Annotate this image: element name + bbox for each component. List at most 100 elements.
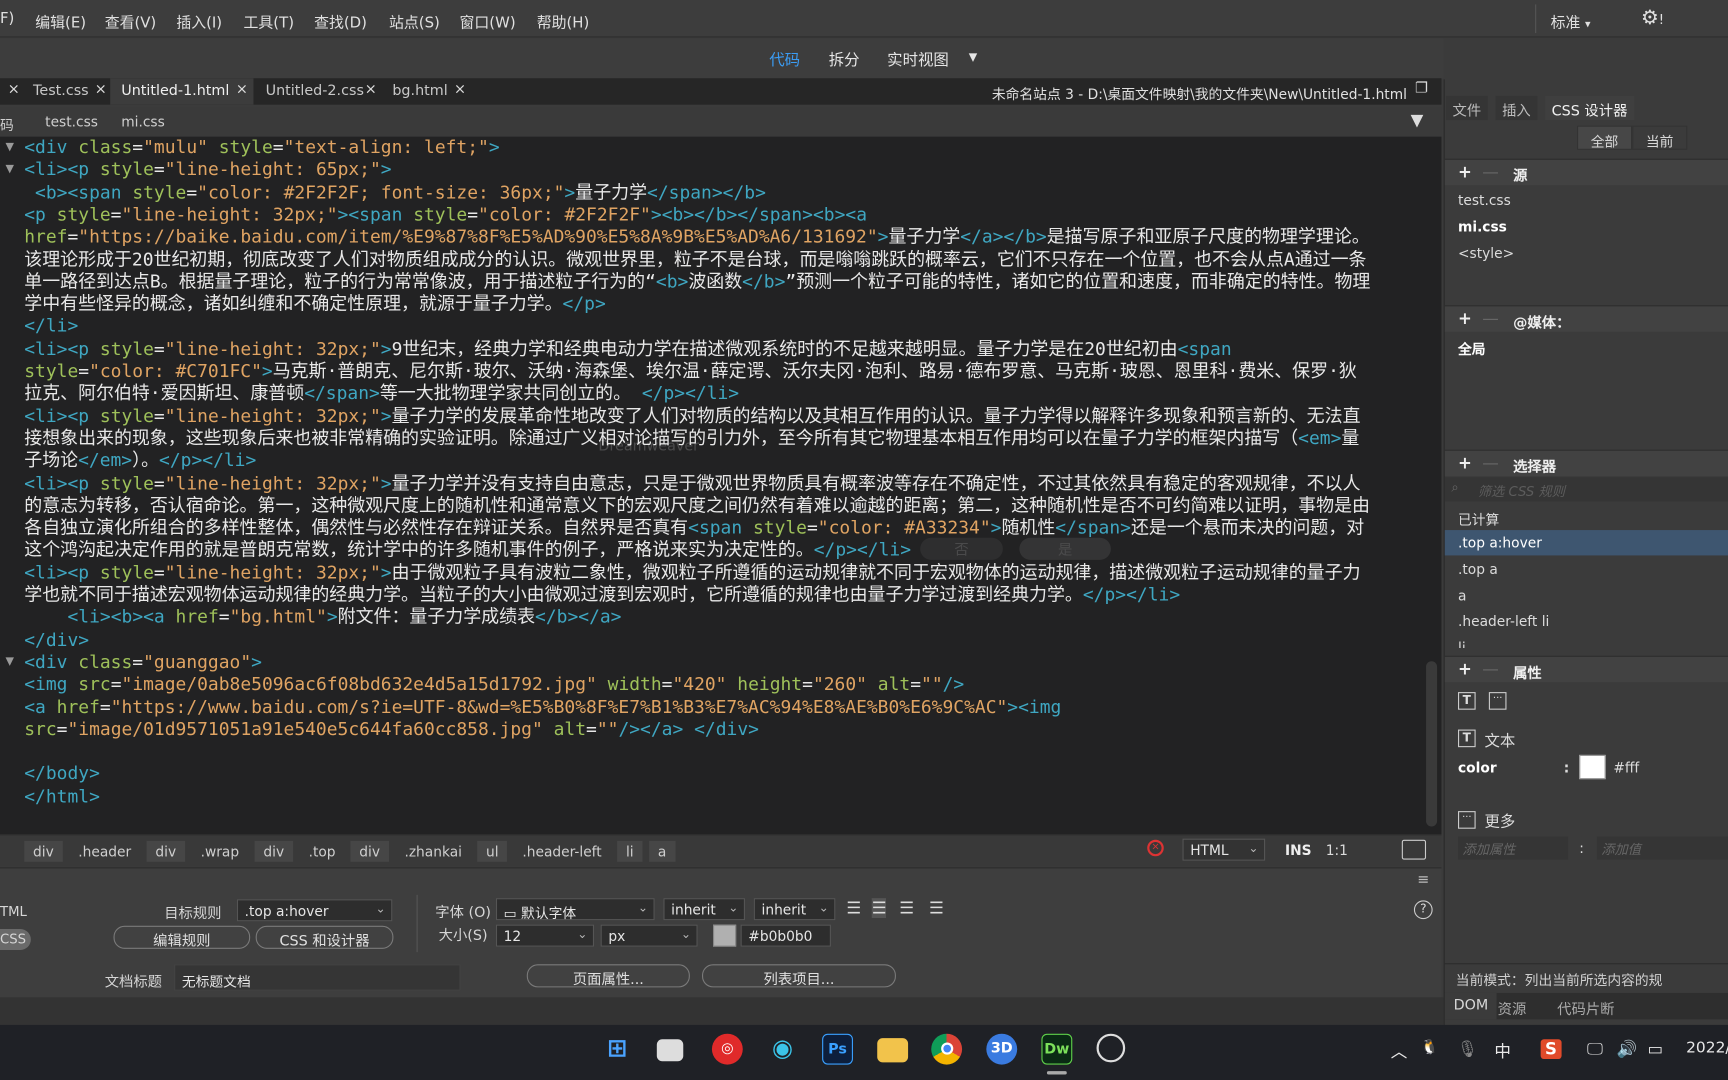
gear-icon[interactable]: ⚙! — [1641, 7, 1664, 30]
split-view-button[interactable]: 拆分 — [829, 48, 860, 70]
align-right-icon[interactable]: ☰ — [899, 898, 914, 918]
remove-media-icon[interactable]: — — [1482, 309, 1499, 329]
task-view-icon[interactable] — [656, 1039, 684, 1062]
scope-current-button[interactable]: 当前 — [1632, 125, 1688, 150]
menu-tools[interactable]: 工具(T) — [244, 10, 294, 32]
code-line[interactable]: <img src="image/0ab8e5096ac6f08bd632e4d5… — [24, 674, 964, 696]
netease-music-icon[interactable]: ◎ — [711, 1033, 743, 1065]
tab-files[interactable]: 文件 — [1445, 95, 1488, 121]
help-icon[interactable]: ? — [1413, 900, 1433, 920]
css-designer-button[interactable]: CSS 和设计器 — [255, 925, 394, 950]
css-mode-toggle[interactable]: CSS — [0, 929, 31, 950]
tab-assets[interactable]: 资源 — [1498, 997, 1527, 1019]
justify-icon[interactable]: ☰ — [929, 898, 944, 918]
add-value-input[interactable]: 添加值 — [1596, 836, 1728, 860]
media-item[interactable]: 全局 — [1458, 337, 1486, 358]
font-weight-dropdown[interactable]: inherit ⌄ — [663, 898, 745, 921]
obs-icon[interactable] — [1096, 1033, 1126, 1063]
windows-start-icon[interactable]: ⊞ — [602, 1034, 633, 1065]
tab-insert[interactable]: 插入 — [1495, 95, 1538, 121]
chevron-down-icon[interactable]: ▼ — [969, 52, 977, 64]
tab-css-designer[interactable]: CSS 设计器 — [1545, 95, 1635, 121]
code-line[interactable]: 学中有些怪异的概念，诸如纠缠和不确定性原理，就源于量子力学。</p> — [24, 293, 606, 315]
selector-item[interactable]: a — [1458, 587, 1466, 604]
code-line[interactable]: style="color: #C701FC">马克斯·普朗克、尼尔斯·玻尔、沃纳… — [24, 360, 1357, 382]
panel-menu-icon[interactable]: ≡ — [1417, 872, 1429, 889]
sogou-ime-icon[interactable]: S — [1540, 1039, 1562, 1060]
code-line[interactable]: </li> — [24, 316, 78, 338]
code-line[interactable]: 拉克、阿尔伯特·爱因斯坦、康普顿</span>等一大批物理学家共同创立的。 </… — [24, 383, 739, 405]
selector-item-selected[interactable]: .top a:hover — [1444, 530, 1728, 556]
align-left-icon[interactable]: ☰ — [846, 898, 861, 918]
close-icon[interactable]: × — [95, 82, 107, 99]
battery-icon[interactable]: ▭ — [1648, 1039, 1664, 1059]
menu-edit[interactable]: 编辑(E) — [35, 10, 86, 32]
menu-help[interactable]: 帮助(H) — [537, 10, 590, 32]
font-style-dropdown[interactable]: inherit ⌄ — [753, 898, 836, 921]
code-line[interactable]: <a href="https://www.baidu.com/s?ie=UTF-… — [24, 696, 1061, 718]
code-line[interactable]: <li><p style="line-height: 32px;">由于微观粒子… — [24, 562, 1360, 584]
selector-filter-input[interactable]: ⌕ 筛选 CSS 规则 — [1444, 477, 1728, 502]
workspace-switcher[interactable]: 标准 ▾ — [1551, 10, 1591, 32]
related-file-test-css[interactable]: test.css — [45, 114, 98, 131]
code-line[interactable]: <div class="guanggao"> — [24, 651, 262, 673]
breadcrumb-item[interactable]: .wrap — [192, 841, 248, 862]
code-line[interactable]: <li><p style="line-height: 32px;">量子力学的发… — [24, 405, 1360, 427]
add-property-icon[interactable]: + — [1458, 659, 1472, 679]
insert-mode[interactable]: INS — [1285, 842, 1312, 859]
color-property-value[interactable]: #fff — [1613, 759, 1639, 776]
breadcrumb-item[interactable]: li — [617, 840, 643, 862]
menu-insert[interactable]: 插入(I) — [176, 10, 222, 32]
tab-snippets[interactable]: 代码片断 — [1557, 997, 1614, 1019]
live-view-button[interactable]: 实时视图 — [887, 48, 949, 70]
color-swatch[interactable] — [1579, 754, 1606, 780]
folder-icon[interactable] — [877, 1038, 909, 1063]
unit-dropdown[interactable]: px ⌄ — [600, 924, 698, 947]
dialog-no-button[interactable]: 否 — [920, 537, 1003, 560]
dialog-yes-button[interactable]: 是 — [1019, 537, 1111, 560]
microphone-icon[interactable]: 🎙 — [1457, 1039, 1478, 1059]
breadcrumb-item[interactable]: div — [254, 840, 293, 862]
error-icon[interactable]: × — [1147, 839, 1164, 857]
code-line[interactable]: <b><span style="color: #2F2F2F; font-siz… — [24, 181, 766, 203]
text-category-icon[interactable]: T — [1457, 692, 1476, 710]
font-dropdown[interactable]: ▭ 默认字体 ⌄ — [495, 898, 655, 921]
code-line[interactable]: 单一路径到达点B。根据量子理论，粒子的行为常常像波，用于描述粒子行为的“<b>波… — [24, 271, 1370, 293]
source-code-button[interactable]: 码 — [0, 114, 14, 135]
breadcrumb-item[interactable]: ul — [477, 840, 508, 862]
document-title-input[interactable]: 无标题文档 — [174, 964, 461, 991]
close-icon[interactable]: × — [454, 82, 466, 99]
volume-icon[interactable]: 🔊 — [1617, 1039, 1638, 1059]
scope-all-button[interactable]: 全部 — [1577, 125, 1633, 150]
fold-arrow-icon[interactable]: ▼ — [6, 656, 14, 668]
tab-test-css[interactable]: Test.css × — [22, 78, 112, 104]
color-swatch[interactable] — [713, 924, 737, 947]
more-category-icon[interactable]: ··· — [1488, 692, 1507, 710]
remove-property-icon[interactable]: — — [1482, 659, 1499, 679]
edit-rule-button[interactable]: 编辑规则 — [113, 925, 251, 950]
tray-overflow-icon[interactable]: ︿ — [1391, 1039, 1408, 1062]
tab-bg-html[interactable]: bg.html × — [381, 78, 471, 104]
code-line[interactable]: </div> — [24, 629, 89, 651]
menu-find[interactable]: 查找(D) — [314, 10, 367, 32]
add-source-icon[interactable]: + — [1458, 162, 1472, 182]
code-line[interactable]: </body> — [24, 763, 100, 785]
source-item[interactable]: <style> — [1458, 245, 1514, 262]
font-size-dropdown[interactable]: 12 ⌄ — [495, 924, 594, 947]
remove-selector-icon[interactable]: — — [1482, 453, 1499, 473]
list-item-button[interactable]: 列表项目... — [701, 964, 896, 989]
menu-file[interactable]: F) — [0, 10, 14, 28]
tab-untitled-1[interactable]: Untitled-1.html × — [110, 78, 254, 105]
code-line[interactable]: src="image/01d9571051a91e540e5c644fa60cc… — [24, 718, 759, 740]
fold-arrow-icon[interactable]: ▼ — [6, 163, 14, 175]
breadcrumb-item[interactable]: div — [350, 840, 389, 862]
breadcrumb-item[interactable]: div — [24, 840, 63, 862]
code-line[interactable]: <li><p style="line-height: 32px;">9世纪末，经… — [24, 338, 1231, 360]
breadcrumb-item[interactable]: .header — [69, 841, 140, 862]
related-file-mi-css[interactable]: mi.css — [121, 114, 165, 131]
code-line[interactable]: <div class="mulu" style="text-align: lef… — [24, 137, 499, 159]
page-properties-button[interactable]: 页面属性... — [526, 964, 690, 989]
source-item[interactable]: test.css — [1458, 192, 1511, 209]
selector-item[interactable]: 已计算 — [1458, 508, 1499, 529]
chrome-icon[interactable] — [931, 1033, 963, 1065]
